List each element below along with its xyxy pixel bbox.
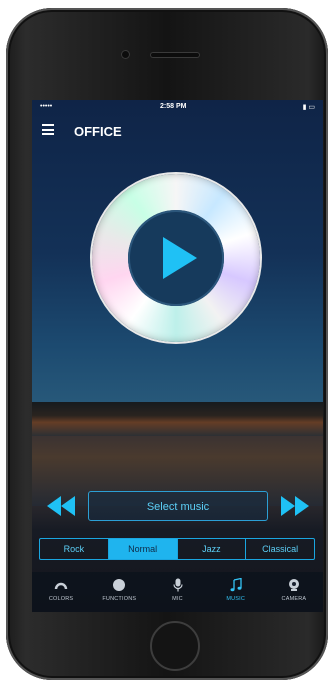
genre-normal[interactable]: Normal bbox=[108, 539, 178, 559]
cd-disc bbox=[92, 174, 260, 342]
signal-indicator: ••••• bbox=[40, 103, 53, 110]
genre-selector: Rock Normal Jazz Classical bbox=[39, 538, 315, 560]
tab-label: MUSIC bbox=[226, 596, 246, 602]
camera-icon bbox=[288, 579, 299, 591]
tab-music[interactable]: MUSIC bbox=[207, 572, 265, 612]
tab-colors[interactable]: COLORS bbox=[32, 572, 90, 612]
playback-controls: Select music bbox=[32, 487, 323, 527]
app-screen: ••••• 2:58 PM ▮ ▭ OFFICE Select music Ro… bbox=[32, 100, 323, 612]
sunset-horizon bbox=[32, 402, 323, 436]
music-icon bbox=[230, 578, 242, 592]
tab-label: MIC bbox=[172, 596, 183, 602]
genre-rock[interactable]: Rock bbox=[40, 539, 109, 559]
previous-track-button[interactable] bbox=[46, 495, 76, 517]
genre-jazz[interactable]: Jazz bbox=[178, 539, 247, 559]
home-button[interactable] bbox=[150, 621, 200, 671]
next-track-button[interactable] bbox=[280, 495, 310, 517]
mic-icon bbox=[172, 578, 183, 592]
battery-indicator: ▮ ▭ bbox=[302, 104, 315, 111]
rewind-icon bbox=[47, 496, 75, 516]
colors-icon bbox=[54, 582, 68, 590]
play-icon bbox=[163, 237, 197, 279]
disc-center bbox=[128, 210, 224, 306]
tab-label: FUNCTIONS bbox=[102, 596, 137, 602]
front-camera bbox=[121, 50, 130, 59]
app-header: OFFICE bbox=[32, 120, 323, 144]
status-bar: ••••• 2:58 PM ▮ ▭ bbox=[32, 100, 323, 114]
status-time: 2:58 PM bbox=[160, 103, 187, 110]
bottom-tab-bar: COLORS FUNCTIONS MIC MUSIC CAMERA bbox=[32, 572, 323, 612]
menu-icon[interactable] bbox=[42, 124, 54, 135]
fast-forward-icon bbox=[281, 496, 309, 516]
tab-mic[interactable]: MIC bbox=[148, 572, 206, 612]
tab-camera[interactable]: CAMERA bbox=[265, 572, 323, 612]
play-button[interactable] bbox=[159, 235, 199, 281]
select-music-button[interactable]: Select music bbox=[88, 491, 268, 521]
earpiece-speaker bbox=[150, 52, 200, 58]
phone-frame: ••••• 2:58 PM ▮ ▭ OFFICE Select music Ro… bbox=[6, 8, 328, 680]
functions-icon bbox=[113, 579, 126, 591]
genre-classical[interactable]: Classical bbox=[246, 539, 314, 559]
tab-label: CAMERA bbox=[281, 596, 307, 602]
tab-functions[interactable]: FUNCTIONS bbox=[90, 572, 148, 612]
tab-label: COLORS bbox=[48, 596, 74, 602]
page-title: OFFICE bbox=[74, 124, 122, 139]
